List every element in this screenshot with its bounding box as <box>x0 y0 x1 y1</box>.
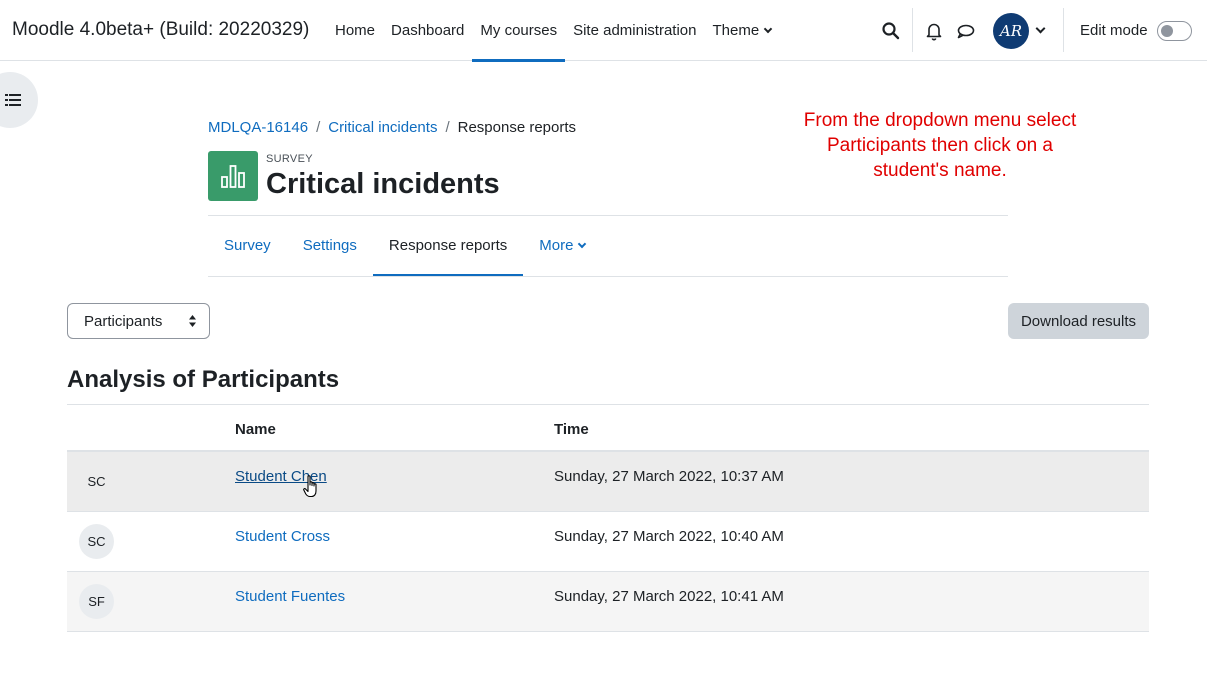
avatar[interactable]: SF <box>79 584 114 619</box>
column-header-time[interactable]: Time <box>554 421 589 438</box>
edit-mode-toggle[interactable] <box>1157 21 1192 41</box>
chevron-down-icon <box>763 24 773 33</box>
breadcrumb-current: Response reports <box>457 119 577 136</box>
survey-activity-icon <box>208 151 258 201</box>
hand-cursor-icon <box>303 475 317 498</box>
nav-theme-label: Theme <box>712 22 760 39</box>
table-row: SF Student Fuentes Sunday, 27 March 2022… <box>67 572 1149 632</box>
nav-site-administration[interactable]: Site administration <box>565 0 704 61</box>
tab-response-reports-label: Response reports <box>388 237 508 254</box>
nav-site-administration-label: Site administration <box>573 22 697 39</box>
nav-my-courses-label: My courses <box>480 22 558 39</box>
breadcrumb: MDLQA-16146 / Critical incidents / Response … <box>208 119 576 136</box>
navbar-divider <box>912 8 913 52</box>
report-type-select[interactable]: Participants <box>67 303 210 339</box>
tab-settings[interactable]: Settings <box>287 216 373 276</box>
user-avatar[interactable]: AR <box>993 13 1029 49</box>
bar-chart-icon <box>221 165 245 188</box>
table-header: Name Time <box>67 404 1149 452</box>
student-name-link[interactable]: Student Cross <box>235 528 330 545</box>
nav-dashboard-label: Dashboard <box>391 22 465 39</box>
response-time: Sunday, 27 March 2022, 10:37 AM <box>554 468 784 485</box>
response-time: Sunday, 27 March 2022, 10:41 AM <box>554 588 784 605</box>
nav-dashboard[interactable]: Dashboard <box>383 0 472 61</box>
secondary-nav-divider <box>208 276 1008 277</box>
breadcrumb-separator: / <box>316 119 321 136</box>
page-title: Critical incidents <box>266 168 500 200</box>
bell-icon[interactable] <box>923 20 945 42</box>
avatar[interactable]: SC <box>79 524 114 559</box>
chevron-down-icon[interactable] <box>1035 23 1046 34</box>
breadcrumb-activity[interactable]: Critical incidents <box>328 119 437 136</box>
table-row: SC Student Chen Sunday, 27 March 2022, 1… <box>67 452 1149 512</box>
select-arrows-icon <box>189 315 196 327</box>
search-icon[interactable] <box>880 20 902 42</box>
nav-theme[interactable]: Theme <box>705 0 780 61</box>
user-avatar-initials: AR <box>999 22 1023 40</box>
table-row: SC Student Cross Sunday, 27 March 2022, … <box>67 512 1149 572</box>
download-results-button[interactable]: Download results <box>1008 303 1149 339</box>
tab-more[interactable]: More <box>523 216 601 276</box>
primary-navigation: Home Dashboard My courses Site administr… <box>327 0 780 62</box>
participants-table: Name Time SC Student Chen Sunday, 27 Mar… <box>67 404 1149 632</box>
breadcrumb-course[interactable]: MDLQA-16146 <box>208 119 308 136</box>
nav-home[interactable]: Home <box>327 0 383 61</box>
edit-mode-label: Edit mode <box>1080 22 1148 39</box>
list-icon <box>5 94 21 106</box>
activity-type-label: SURVEY <box>266 153 313 165</box>
tab-survey[interactable]: Survey <box>208 216 287 276</box>
instruction-annotation: From the dropdown menu select Participan… <box>803 110 1077 181</box>
analysis-heading: Analysis of Participants <box>67 366 340 393</box>
breadcrumb-separator: / <box>445 119 450 136</box>
report-type-select-value: Participants <box>84 313 163 330</box>
course-index-drawer-toggle[interactable] <box>0 72 38 128</box>
tab-response-reports[interactable]: Response reports <box>372 216 524 277</box>
tab-settings-label: Settings <box>302 237 357 254</box>
chat-icon[interactable] <box>955 20 977 42</box>
top-navbar: Moodle 4.0beta+ (Build: 20220329) Home D… <box>0 0 1207 62</box>
secondary-navigation: Survey Settings Response reports More <box>208 216 601 277</box>
chevron-down-icon <box>578 239 587 249</box>
response-time: Sunday, 27 March 2022, 10:40 AM <box>554 528 784 545</box>
student-name-link[interactable]: Student Fuentes <box>235 588 345 605</box>
site-name[interactable]: Moodle 4.0beta+ (Build: 20220329) <box>12 19 309 41</box>
avatar[interactable]: SC <box>79 464 114 499</box>
navbar-divider <box>1063 8 1064 52</box>
tab-more-label: More <box>539 237 574 254</box>
column-header-name[interactable]: Name <box>235 421 276 438</box>
nav-home-label: Home <box>335 22 376 39</box>
tab-survey-label: Survey <box>224 237 271 254</box>
nav-my-courses[interactable]: My courses <box>472 0 565 62</box>
